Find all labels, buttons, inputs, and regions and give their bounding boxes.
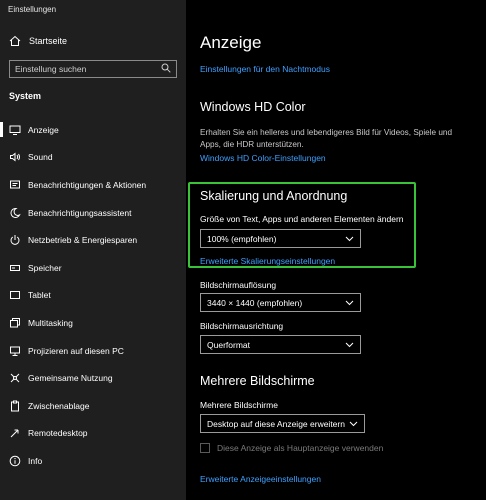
sidebar-item-label: Benachrichtigungsassistent (28, 207, 132, 218)
home-label: Startseite (29, 36, 68, 46)
section-label-system: System (9, 91, 42, 101)
power-icon (9, 234, 21, 246)
resolution-label: Bildschirmauflösung (200, 280, 277, 290)
chevron-down-icon (349, 419, 358, 429)
moon-icon (9, 207, 21, 219)
primary-display-checkbox-row[interactable]: Diese Anzeige als Hauptanzeige verwenden (200, 443, 383, 453)
multi-display-label: Mehrere Bildschirme (200, 400, 278, 410)
home-link[interactable]: Startseite (9, 35, 67, 47)
chevron-down-icon (345, 340, 354, 350)
sidebar-item-label: Anzeige (28, 124, 59, 135)
sidebar-item-label: Multitasking (28, 317, 73, 328)
highlight-box (188, 182, 416, 268)
hd-color-heading: Windows HD Color (200, 100, 306, 114)
sidebar-item-label: Sound (28, 152, 53, 163)
multi-display-heading: Mehrere Bildschirme (200, 374, 315, 388)
notification-icon (9, 179, 21, 191)
sidebar-item-netzbetrieb[interactable]: Netzbetrieb & Energiesparen (0, 226, 186, 254)
sidebar-item-zwischenablage[interactable]: Zwischenablage (0, 392, 186, 420)
search-placeholder: Einstellung suchen (15, 64, 87, 74)
sidebar-item-label: Gemeinsame Nutzung (28, 373, 113, 384)
clipboard-icon (9, 400, 21, 412)
resolution-dropdown[interactable]: 3440 × 1440 (empfohlen) (200, 293, 361, 312)
window-title: Einstellungen (8, 5, 57, 14)
sidebar-item-projizieren[interactable]: Projizieren auf diesen PC (0, 337, 186, 365)
hd-color-settings-link[interactable]: Windows HD Color-Einstellungen (200, 153, 326, 163)
chevron-down-icon (345, 298, 354, 308)
sidebar-item-speicher[interactable]: Speicher (0, 254, 186, 282)
tablet-icon (9, 289, 21, 301)
sidebar-item-label: Projizieren auf diesen PC (28, 345, 124, 356)
sidebar-item-label: Info (28, 455, 43, 466)
resolution-value: 3440 × 1440 (empfohlen) (207, 297, 303, 308)
sidebar-item-benachrichtigungsassistent[interactable]: Benachrichtigungsassistent (0, 199, 186, 227)
search-input[interactable]: Einstellung suchen (9, 60, 177, 78)
monitor-icon (9, 124, 21, 136)
orientation-label: Bildschirmausrichtung (200, 321, 284, 331)
primary-display-checkbox[interactable] (200, 443, 210, 453)
remote-desktop-icon (9, 427, 21, 439)
sidebar: Einstellungen Startseite Einstellung suc… (0, 0, 186, 500)
sidebar-item-label: Remotedesktop (28, 428, 88, 439)
search-icon[interactable] (161, 63, 171, 75)
hd-color-description: Erhalten Sie ein helleres und lebendiger… (200, 128, 453, 149)
sidebar-item-multitasking[interactable]: Multitasking (0, 309, 186, 337)
info-icon (9, 455, 21, 467)
sidebar-item-sound[interactable]: Sound (0, 144, 186, 172)
primary-display-checkbox-label: Diese Anzeige als Hauptanzeige verwenden (217, 443, 384, 453)
advanced-display-link[interactable]: Erweiterte Anzeigeeinstellungen (200, 474, 321, 484)
sidebar-item-tablet[interactable]: Tablet (0, 282, 186, 310)
speaker-icon (9, 151, 21, 163)
home-icon (9, 35, 21, 47)
sidebar-item-info[interactable]: Info (0, 447, 186, 475)
sidebar-item-remotedesktop[interactable]: Remotedesktop (0, 420, 186, 448)
sidebar-nav: Anzeige Sound Benachrichtigungen & Aktio… (0, 116, 186, 475)
sidebar-item-label: Netzbetrieb & Energiesparen (28, 235, 138, 246)
share-icon (9, 372, 21, 384)
multi-display-dropdown[interactable]: Desktop auf diese Anzeige erweitern (200, 414, 365, 433)
storage-icon (9, 262, 21, 274)
sidebar-item-label: Zwischenablage (28, 400, 90, 411)
orientation-dropdown[interactable]: Querformat (200, 335, 361, 354)
multitasking-icon (9, 317, 21, 329)
night-mode-link[interactable]: Einstellungen für den Nachtmodus (200, 64, 330, 74)
page-title: Anzeige (200, 33, 262, 52)
sidebar-item-label: Benachrichtigungen & Aktionen (28, 179, 147, 190)
project-icon (9, 345, 21, 357)
sidebar-item-label: Speicher (28, 262, 62, 273)
orientation-value: Querformat (207, 339, 250, 350)
multi-display-value: Desktop auf diese Anzeige erweitern (207, 418, 345, 429)
sidebar-item-gemeinsame-nutzung[interactable]: Gemeinsame Nutzung (0, 364, 186, 392)
sidebar-item-label: Tablet (28, 290, 51, 301)
sidebar-item-anzeige[interactable]: Anzeige (0, 116, 186, 144)
sidebar-item-benachrichtigungen[interactable]: Benachrichtigungen & Aktionen (0, 171, 186, 199)
